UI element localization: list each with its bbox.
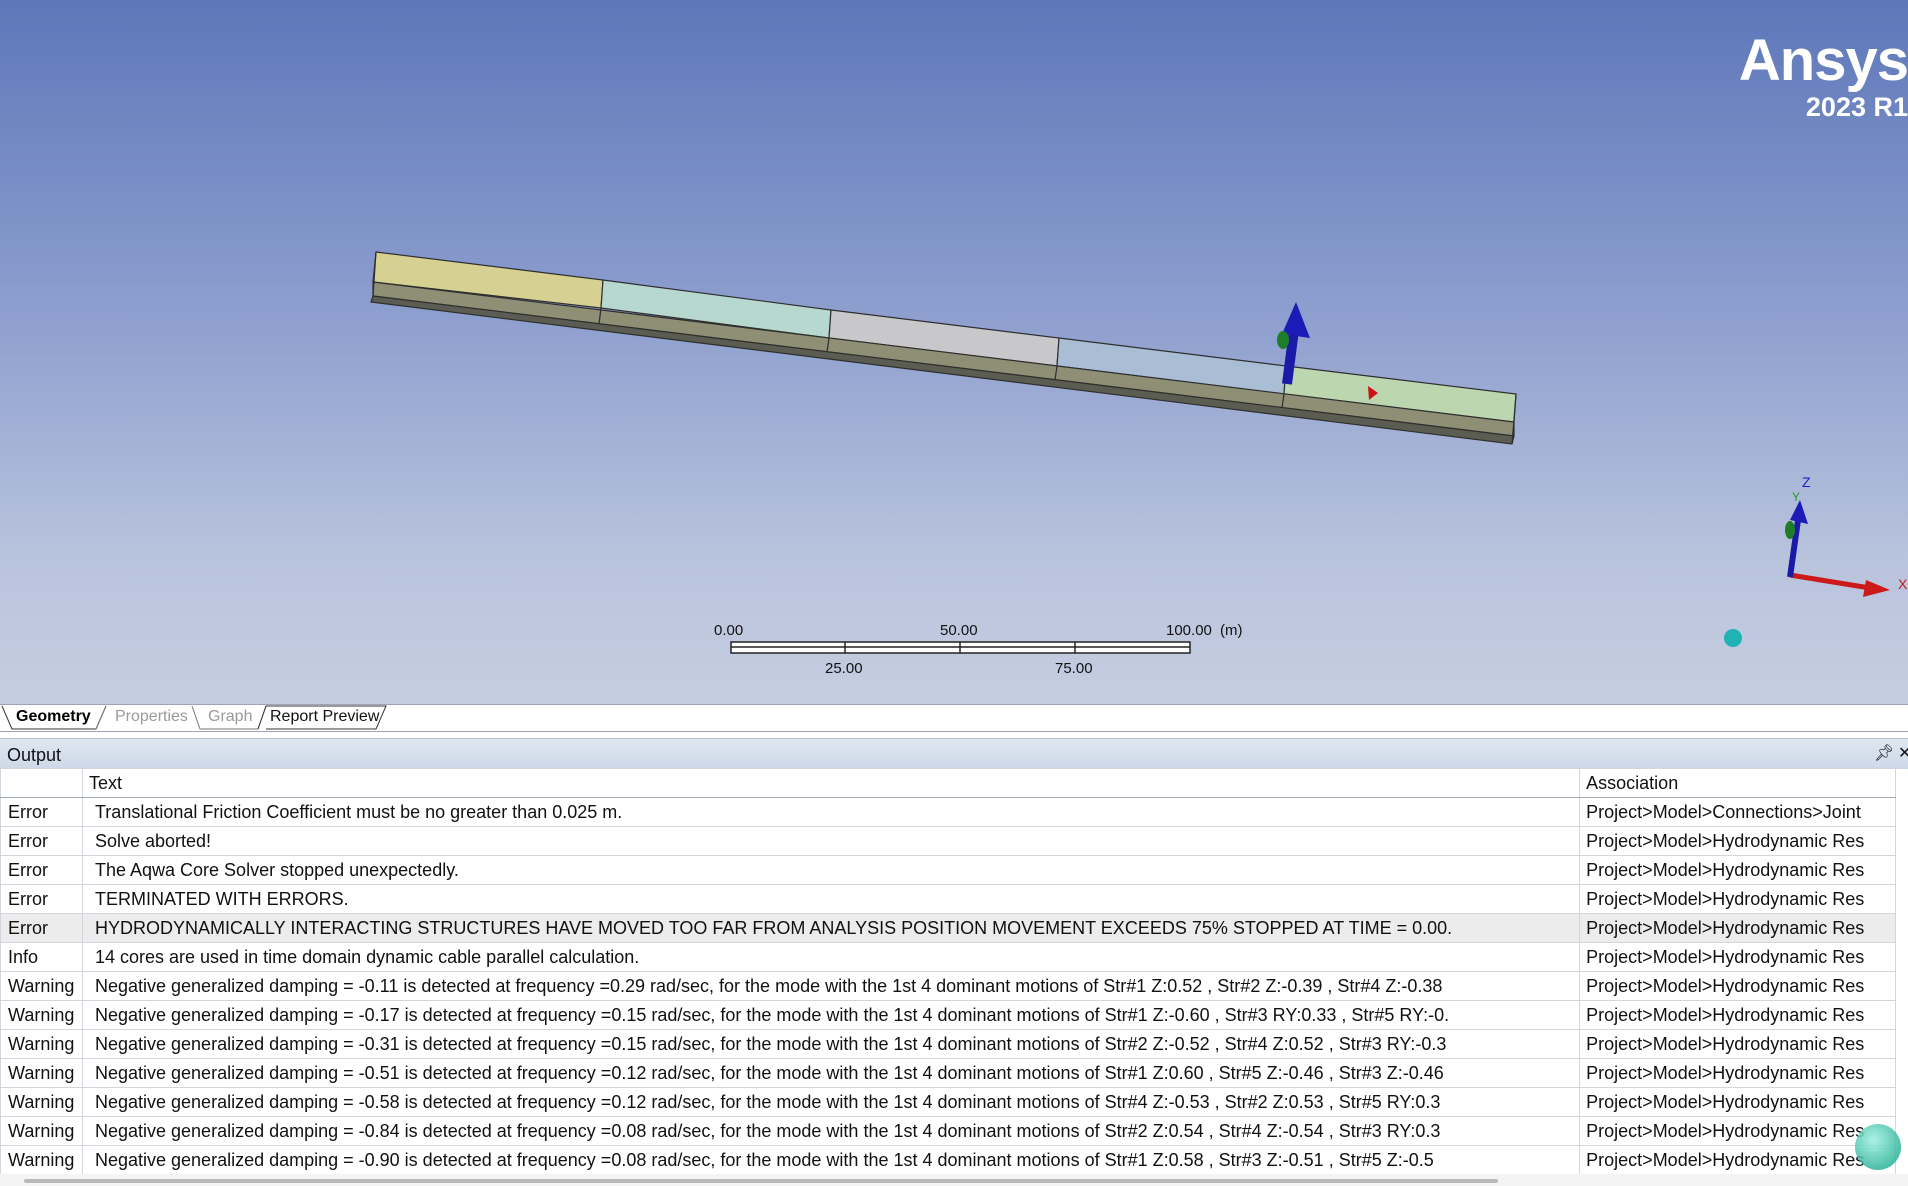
barge-model xyxy=(370,251,1517,445)
row-level: Warning xyxy=(0,1087,83,1117)
tab-properties[interactable]: Properties xyxy=(115,708,188,726)
row-level: Info xyxy=(0,942,83,972)
row-text: Negative generalized damping = -0.17 is … xyxy=(81,1000,1581,1030)
close-icon[interactable]: ✕ xyxy=(1898,743,1908,763)
row-association: Project>Model>Hydrodynamic Res xyxy=(1579,1058,1896,1088)
message-row[interactable]: Info 14 cores are used in time domain dy… xyxy=(0,942,1896,972)
row-text: Negative generalized damping = -0.58 is … xyxy=(81,1087,1581,1117)
row-association: Project>Model>Hydrodynamic Res xyxy=(1579,942,1896,972)
message-row[interactable]: Warning Negative generalized damping = -… xyxy=(0,1029,1896,1059)
message-row[interactable]: Warning Negative generalized damping = -… xyxy=(0,971,1896,1001)
tab-graph[interactable]: Graph xyxy=(208,708,252,726)
output-panel-header: Output 📌︎ ✕ xyxy=(0,738,1908,769)
assistant-bubble-icon[interactable] xyxy=(1855,1124,1901,1170)
origin-sphere xyxy=(1724,629,1742,647)
message-row[interactable]: Error TERMINATED WITH ERRORS. Project>Mo… xyxy=(0,884,1896,914)
message-row[interactable]: Error The Aqwa Core Solver stopped unexp… xyxy=(0,855,1896,885)
row-text: Negative generalized damping = -0.31 is … xyxy=(81,1029,1581,1059)
message-row[interactable]: Error Solve aborted! Project>Model>Hydro… xyxy=(0,826,1896,856)
row-level: Error xyxy=(0,797,83,827)
scale-bar xyxy=(730,641,1191,654)
message-row[interactable]: Warning Negative generalized damping = -… xyxy=(0,1000,1896,1030)
row-association: Project>Model>Connections>Joint xyxy=(1579,797,1896,827)
scale-label-100: 100.00 xyxy=(1166,622,1212,639)
pin-icon[interactable]: 📌︎ xyxy=(1874,743,1894,763)
row-level: Warning xyxy=(0,1000,83,1030)
output-grid[interactable]: Text Association Error Translational Fri… xyxy=(0,768,1896,1174)
row-text: Negative generalized damping = -0.11 is … xyxy=(81,971,1581,1001)
row-level: Error xyxy=(0,913,83,943)
row-association: Project>Model>Hydrodynamic Res xyxy=(1579,884,1896,914)
column-header-text[interactable]: Text xyxy=(81,768,1581,798)
scrollbar-thumb[interactable] xyxy=(24,1179,1498,1183)
row-text: Negative generalized damping = -0.51 is … xyxy=(81,1058,1581,1088)
grid-header-row: Text Association xyxy=(0,768,1896,798)
axis-triad xyxy=(1785,500,1890,597)
row-association: Project>Model>Hydrodynamic Res xyxy=(1579,1029,1896,1059)
row-association: Project>Model>Hydrodynamic Res xyxy=(1579,1000,1896,1030)
row-level: Error xyxy=(0,855,83,885)
ansys-logo: Ansys 2023 R1 xyxy=(1728,28,1908,123)
message-row[interactable]: Error Translational Friction Coefficient… xyxy=(0,797,1896,827)
column-header-association[interactable]: Association xyxy=(1579,768,1896,798)
row-text: Negative generalized damping = -0.84 is … xyxy=(81,1116,1581,1146)
row-text: TERMINATED WITH ERRORS. xyxy=(81,884,1581,914)
row-text: 14 cores are used in time domain dynamic… xyxy=(81,942,1581,972)
row-association: Project>Model>Hydrodynamic Res xyxy=(1579,1145,1896,1174)
row-text: Solve aborted! xyxy=(81,826,1581,856)
row-text: Negative generalized damping = -0.90 is … xyxy=(81,1145,1581,1174)
scale-label-50: 50.00 xyxy=(940,622,978,639)
row-association: Project>Model>Hydrodynamic Res xyxy=(1579,913,1896,943)
tab-geometry[interactable]: Geometry xyxy=(16,708,91,726)
row-level: Error xyxy=(0,884,83,914)
scale-unit: (m) xyxy=(1220,622,1243,639)
row-association: Project>Model>Hydrodynamic Res xyxy=(1579,1116,1896,1146)
row-level: Warning xyxy=(0,971,83,1001)
message-row[interactable]: Warning Negative generalized damping = -… xyxy=(0,1058,1896,1088)
row-level: Error xyxy=(0,826,83,856)
row-level: Warning xyxy=(0,1058,83,1088)
row-level: Warning xyxy=(0,1145,83,1174)
row-level: Warning xyxy=(0,1116,83,1146)
row-text: The Aqwa Core Solver stopped unexpectedl… xyxy=(81,855,1581,885)
brand-version: 2023 R1 xyxy=(1805,92,1908,122)
message-row[interactable]: Warning Negative generalized damping = -… xyxy=(0,1145,1896,1174)
message-row[interactable]: Warning Negative generalized damping = -… xyxy=(0,1087,1896,1117)
output-title: Output xyxy=(7,745,62,765)
view-tabs: Geometry Properties Graph Report Preview xyxy=(0,704,1908,732)
row-level: Warning xyxy=(0,1029,83,1059)
row-association: Project>Model>Hydrodynamic Res xyxy=(1579,855,1896,885)
model-graphics xyxy=(370,251,1890,654)
triad-y-label: Y xyxy=(1792,490,1801,504)
scale-label-75: 75.00 xyxy=(1055,660,1093,677)
geometry-viewport[interactable]: 0.00 50.00 100.00 (m) 25.00 75.00 Z Y X … xyxy=(0,0,1908,704)
message-row-selected[interactable]: Error HYDRODYNAMICALLY INTERACTING STRUC… xyxy=(0,913,1896,943)
triad-z-label: Z xyxy=(1802,474,1811,490)
horizontal-scrollbar[interactable] xyxy=(0,1174,1908,1186)
scale-label-25: 25.00 xyxy=(825,660,863,677)
row-association: Project>Model>Hydrodynamic Res xyxy=(1579,971,1896,1001)
tab-report-preview[interactable]: Report Preview xyxy=(270,708,379,726)
brand-name: Ansys xyxy=(1738,28,1908,93)
row-association: Project>Model>Hydrodynamic Res xyxy=(1579,1087,1896,1117)
row-text: Translational Friction Coefficient must … xyxy=(81,797,1581,827)
row-text: HYDRODYNAMICALLY INTERACTING STRUCTURES … xyxy=(81,913,1581,943)
row-association: Project>Model>Hydrodynamic Res xyxy=(1579,826,1896,856)
message-row[interactable]: Warning Negative generalized damping = -… xyxy=(0,1116,1896,1146)
triad-x-label: X xyxy=(1898,576,1908,592)
column-header-level[interactable] xyxy=(0,768,83,798)
scale-label-0: 0.00 xyxy=(714,622,744,639)
